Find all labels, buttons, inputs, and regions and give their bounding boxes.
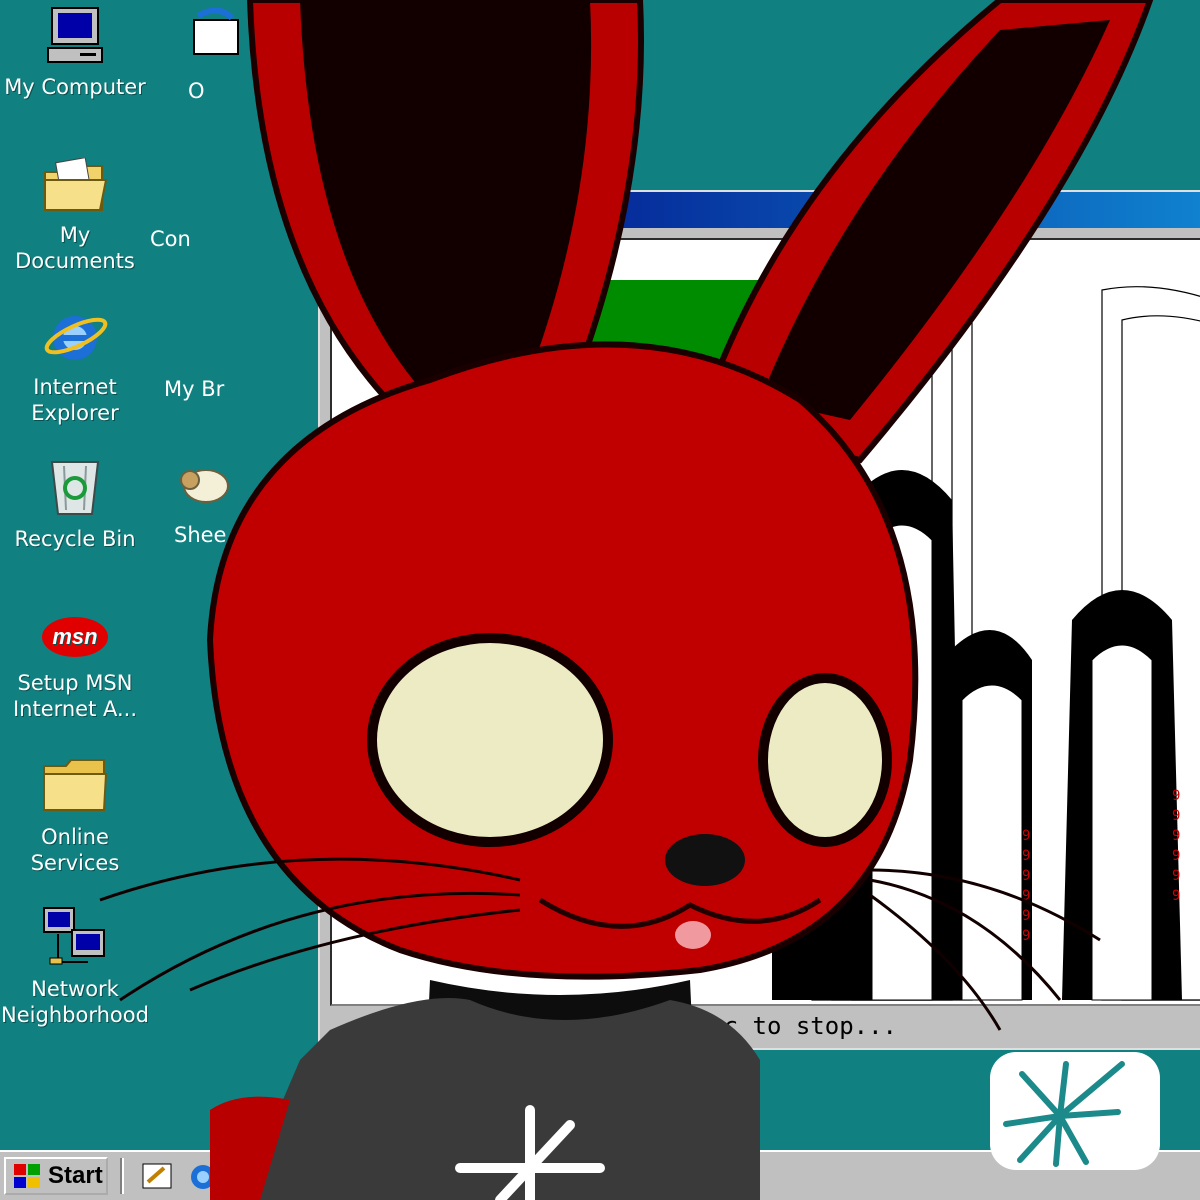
- recycle-bin-icon: [50, 461, 100, 515]
- desktop-icon-label: Network Neighborhood: [1, 977, 149, 1027]
- desktop-icon-connect[interactable]: Con: [150, 226, 191, 252]
- desktop-icon-label: Recycle Bin: [14, 527, 136, 551]
- desktop-icon-setup-msn[interactable]: msn Setup MSN Internet A...: [0, 612, 150, 722]
- outlook-express-icon: [193, 7, 239, 55]
- network-neighborhood-icon: [43, 907, 105, 965]
- svg-text:9: 9: [1172, 888, 1180, 904]
- desktop-icon-label: Setup MSN Internet A...: [12, 671, 138, 721]
- desktop-icon-outlook-express[interactable]: O: [188, 6, 248, 104]
- status-text: press Esc to stop...: [608, 1012, 897, 1040]
- desktop-icon-recycle-bin[interactable]: Recycle Bin: [0, 456, 150, 552]
- internet-explorer-icon: [44, 316, 108, 360]
- svg-text:9: 9: [1022, 848, 1030, 864]
- desktop-icon-online-services[interactable]: Online Services: [0, 756, 150, 876]
- desktop-icon-network-neighborhood[interactable]: Network Neighborhood: [0, 904, 150, 1028]
- start-label: Start: [48, 1162, 103, 1189]
- desktop-icon-label: O: [188, 79, 205, 103]
- svg-text:9: 9: [1022, 888, 1030, 904]
- svg-text:9: 9: [1172, 788, 1180, 804]
- folder-icon: [43, 759, 108, 811]
- desktop-icon-internet-explorer[interactable]: Internet Explorer: [0, 306, 150, 426]
- quicklaunch-ie-icon[interactable]: [186, 1160, 220, 1194]
- desktop-icon-label: Con: [150, 227, 191, 251]
- svg-text:9: 9: [1022, 828, 1030, 844]
- window-titlebar[interactable]: [320, 192, 1200, 228]
- desktop-icon-sheep[interactable]: Shee: [174, 456, 234, 548]
- svg-text:9: 9: [1022, 908, 1030, 924]
- my-computer-icon: [47, 7, 103, 63]
- svg-text:9: 9: [1172, 868, 1180, 884]
- svg-text:9: 9: [1172, 808, 1180, 824]
- watermark-logo: [990, 1052, 1160, 1170]
- msn-icon: msn: [42, 617, 108, 657]
- start-button[interactable]: Start: [4, 1157, 108, 1195]
- app-window[interactable]: 9 9 9 9 9 9 9 9 9 9 9 9 press Esc to stop...: [318, 190, 1200, 1050]
- desktop-icon-label: My Br: [164, 377, 225, 401]
- starburst-logo-icon: [1003, 1061, 1125, 1167]
- desktop-icon-label: Shee: [174, 523, 227, 547]
- svg-text:9: 9: [1022, 868, 1030, 884]
- desktop-icon-my-documents[interactable]: My Documents: [0, 158, 150, 274]
- quicklaunch-desktop-icon[interactable]: [140, 1160, 174, 1194]
- window-content: 9 9 9 9 9 9 9 9 9 9 9 9: [330, 238, 1200, 1006]
- svg-text:9: 9: [1172, 828, 1180, 844]
- desktop-icon-my-briefcase[interactable]: My Br: [164, 376, 224, 402]
- desktop-icon-label: Internet Explorer: [31, 375, 119, 425]
- card-cascade-graphic: 9 9 9 9 9 9 9 9 9 9 9 9: [772, 286, 1200, 1001]
- window-statusbar: press Esc to stop...: [330, 1008, 1200, 1044]
- desktop-icon-label: My Computer: [4, 75, 146, 99]
- desktop-icon-label: Online Services: [30, 825, 120, 875]
- svg-text:9: 9: [1022, 928, 1030, 944]
- svg-text:msn: msn: [52, 624, 97, 649]
- my-documents-icon: [44, 158, 108, 211]
- svg-text:9: 9: [1172, 848, 1180, 864]
- windows-logo-icon: [14, 1164, 40, 1188]
- desktop-icon-my-computer[interactable]: My Computer: [0, 6, 150, 100]
- desktop-icon-label: My Documents: [15, 223, 135, 273]
- sheep-icon: [180, 469, 229, 503]
- taskbar-separator: [120, 1158, 124, 1194]
